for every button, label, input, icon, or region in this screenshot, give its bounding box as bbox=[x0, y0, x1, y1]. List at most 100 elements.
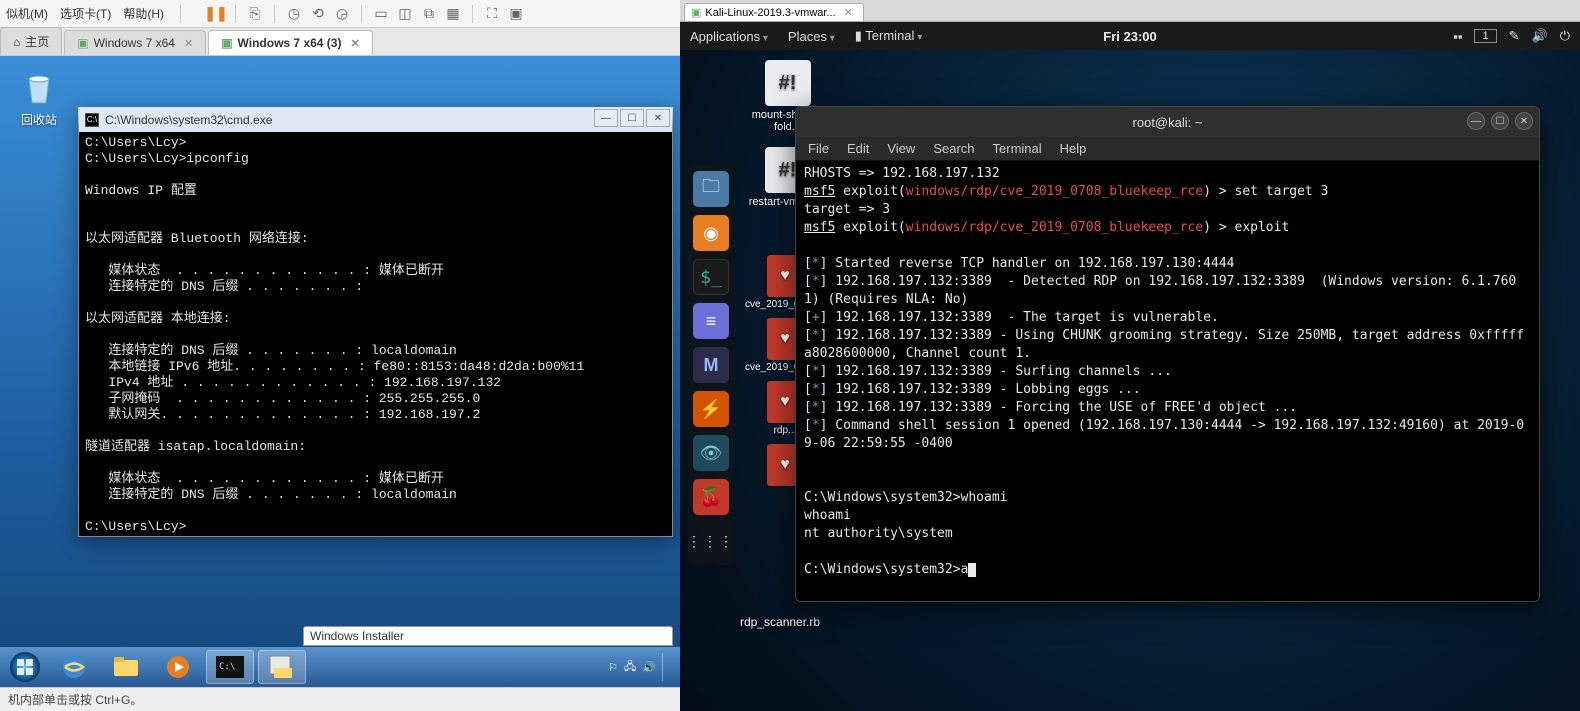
power-icon[interactable]: ⏻ bbox=[1560, 28, 1570, 44]
dock-burp-icon[interactable]: ⚡ bbox=[693, 391, 729, 427]
term-line: ] 192.168.197.132:3389 - Surfing channel… bbox=[820, 364, 1172, 379]
tab-kali[interactable]: ▣ Kali-Linux-2019.3-vmwar... ✕ bbox=[684, 3, 864, 21]
console-icon[interactable]: ▣ bbox=[507, 5, 525, 23]
tab-label: Windows 7 x64 bbox=[94, 36, 175, 50]
term-line: ] 192.168.197.132:3389 - The target is v… bbox=[820, 310, 1219, 325]
kali-top-panel: Applications Places ▮ Terminal Fri 23:00… bbox=[680, 22, 1580, 50]
close-icon[interactable]: ✕ bbox=[350, 37, 359, 50]
cmd-title: C:\Windows\system32\cmd.exe bbox=[105, 113, 272, 127]
menu-places[interactable]: Places bbox=[788, 29, 835, 44]
menu-vm[interactable]: 似机(M) bbox=[6, 5, 48, 22]
panel-clock[interactable]: Fri 23:00 bbox=[1103, 29, 1156, 44]
term-line: ] Command shell session 1 opened (192.16… bbox=[804, 418, 1524, 451]
pause-icon[interactable]: ❚❚ bbox=[207, 5, 225, 23]
menu-help[interactable]: 帮助(H) bbox=[123, 5, 164, 22]
tray-network-icon[interactable]: 🖧 bbox=[624, 658, 636, 677]
kali-term-menubar: File Edit View Search Terminal Help bbox=[796, 137, 1539, 161]
minimize-button[interactable]: — bbox=[1467, 112, 1485, 130]
close-button[interactable]: ✕ bbox=[646, 109, 670, 127]
term-line: C:\Windows\system32>whoami bbox=[804, 490, 1008, 505]
panel-terminal[interactable]: ▮ Terminal bbox=[855, 28, 922, 44]
volume-icon[interactable]: 🔊 bbox=[1532, 28, 1548, 44]
menu-terminal[interactable]: Terminal bbox=[993, 141, 1042, 156]
dock-files-icon[interactable]: 🗀 bbox=[693, 171, 729, 207]
close-icon[interactable]: ✕ bbox=[844, 6, 853, 19]
term-line: whoami bbox=[804, 508, 851, 523]
recycle-bin-icon bbox=[18, 66, 60, 108]
dock-firefox-icon[interactable]: ◉ bbox=[693, 215, 729, 251]
tray-volume-icon[interactable]: 🔊 bbox=[642, 661, 656, 674]
start-button[interactable] bbox=[4, 650, 46, 684]
tab-win7-2[interactable]: ▣Windows 7 x64 (3)✕ bbox=[208, 30, 372, 55]
menu-applications[interactable]: Applications bbox=[690, 29, 768, 44]
dock-cherrytree-icon[interactable]: 🍒 bbox=[693, 479, 729, 515]
maximize-button[interactable]: ☐ bbox=[620, 109, 644, 127]
send-cad-icon[interactable]: ⎘ bbox=[246, 5, 264, 23]
workspace-indicator[interactable]: 1 bbox=[1474, 29, 1496, 43]
menu-tabs[interactable]: 选项卡(T) bbox=[60, 5, 111, 22]
taskbar-ie[interactable] bbox=[50, 650, 98, 684]
term-line: ] 192.168.197.132:3389 - Lobbing eggs ..… bbox=[820, 382, 1141, 397]
system-tray[interactable]: ⚐ 🖧 🔊 bbox=[608, 653, 676, 681]
term-line: ] 192.168.197.132:3389 - Using CHUNK gro… bbox=[804, 328, 1524, 361]
desktop-label-scanner[interactable]: rdp_scanner.rb bbox=[740, 615, 820, 629]
menu-search[interactable]: Search bbox=[933, 141, 974, 156]
dock-wireshark-icon[interactable]: 👁 bbox=[693, 435, 729, 471]
dock-editor-icon[interactable]: ≡ bbox=[693, 303, 729, 339]
vm-icon: ▣ bbox=[691, 6, 701, 19]
kali-terminal-window[interactable]: root@kali: ~ — ☐ ✕ File Edit View Search… bbox=[795, 106, 1540, 602]
windows-installer-window[interactable]: Windows Installer bbox=[303, 626, 673, 646]
dock-metasploit-icon[interactable]: M bbox=[693, 347, 729, 383]
recycle-bin[interactable]: 回收站 bbox=[18, 66, 60, 128]
show-desktop-button[interactable] bbox=[662, 653, 672, 681]
maximize-button[interactable]: ☐ bbox=[1491, 112, 1509, 130]
kali-term-title: root@kali: ~ bbox=[1133, 115, 1203, 130]
term-line: ] 192.168.197.132:3389 - Forcing the USE… bbox=[820, 400, 1297, 415]
vmware-menubar: 似机(M) 选项卡(T) 帮助(H) ❚❚ ⎘ ◷ ⟲ ◶ ▭ ◫ ⧉ ▦ ⛶ … bbox=[0, 0, 680, 28]
cmd-titlebar[interactable]: C:\ C:\Windows\system32\cmd.exe — ☐ ✕ bbox=[79, 107, 672, 132]
term-text: ) > exploit bbox=[1203, 220, 1289, 235]
tab-win7-1[interactable]: ▣Windows 7 x64✕ bbox=[64, 30, 206, 55]
close-button[interactable]: ✕ bbox=[1515, 112, 1533, 130]
recycle-bin-label: 回收站 bbox=[18, 111, 60, 128]
taskbar-mediaplayer[interactable] bbox=[154, 650, 202, 684]
view-split-icon[interactable]: ◫ bbox=[396, 5, 414, 23]
cmd-icon: C:\ bbox=[85, 113, 99, 127]
term-line: ] Started reverse TCP handler on 192.168… bbox=[820, 256, 1235, 271]
minimize-button[interactable]: — bbox=[594, 109, 618, 127]
snapshot-icon[interactable]: ◷ bbox=[285, 5, 303, 23]
view-thumb-icon[interactable]: ▦ bbox=[444, 5, 462, 23]
cmd-window[interactable]: C:\ C:\Windows\system32\cmd.exe — ☐ ✕ C:… bbox=[78, 107, 673, 537]
cmd-body[interactable]: C:\Users\Lcy> C:\Users\Lcy>ipconfig Wind… bbox=[79, 132, 672, 536]
statusbar-text: 机内部单击或按 Ctrl+G。 bbox=[8, 693, 142, 707]
dock-apps-icon[interactable]: ⋮⋮⋮ bbox=[693, 523, 729, 559]
term-line: target => 3 bbox=[804, 202, 890, 217]
vmware-tabbar: ⌂主页 ▣Windows 7 x64✕ ▣Windows 7 x64 (3)✕ bbox=[0, 28, 680, 56]
menu-edit[interactable]: Edit bbox=[847, 141, 869, 156]
view-unity-icon[interactable]: ⧉ bbox=[420, 5, 438, 23]
tab-label: Kali-Linux-2019.3-vmwar... bbox=[705, 7, 835, 19]
vmware-right-tabbar: ▣ Kali-Linux-2019.3-vmwar... ✕ bbox=[680, 0, 1580, 22]
menu-file[interactable]: File bbox=[808, 141, 829, 156]
manage-snap-icon[interactable]: ◶ bbox=[333, 5, 351, 23]
svg-text:C:\: C:\ bbox=[219, 662, 235, 672]
view-normal-icon[interactable]: ▭ bbox=[372, 5, 390, 23]
win7-desktop[interactable]: 回收站 C:\ C:\Windows\system32\cmd.exe — ☐ … bbox=[0, 56, 680, 687]
vmware-left-pane: 似机(M) 选项卡(T) 帮助(H) ❚❚ ⎘ ◷ ⟲ ◶ ▭ ◫ ⧉ ▦ ⛶ … bbox=[0, 0, 680, 711]
taskbar-explorer[interactable] bbox=[102, 650, 150, 684]
taskbar-cmd[interactable]: C:\ bbox=[206, 650, 254, 684]
tray-flag-icon[interactable]: ⚐ bbox=[608, 661, 618, 674]
record-icon[interactable]: ▪▪ bbox=[1453, 29, 1462, 44]
fullscreen-icon[interactable]: ⛶ bbox=[483, 5, 501, 23]
dock-terminal-icon[interactable]: $_ bbox=[693, 259, 729, 295]
term-text: exploit( bbox=[835, 184, 905, 199]
keyboard-icon[interactable]: ✎ bbox=[1509, 28, 1520, 44]
menu-view[interactable]: View bbox=[887, 141, 915, 156]
menu-help[interactable]: Help bbox=[1060, 141, 1087, 156]
kali-term-titlebar[interactable]: root@kali: ~ — ☐ ✕ bbox=[796, 107, 1539, 137]
taskbar-installer[interactable] bbox=[258, 650, 306, 684]
revert-icon[interactable]: ⟲ bbox=[309, 5, 327, 23]
kali-term-body[interactable]: RHOSTS => 192.168.197.132 msf5 exploit(w… bbox=[796, 161, 1539, 601]
close-icon[interactable]: ✕ bbox=[184, 37, 193, 50]
tab-home[interactable]: ⌂主页 bbox=[0, 27, 62, 55]
